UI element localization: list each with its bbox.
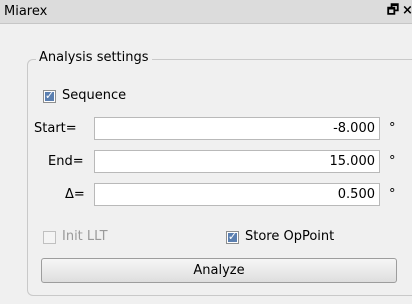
dock-title-bar: Miarex 🗗 × [0,0,412,24]
miarex-panel: Miarex 🗗 × Analysis settings ✓ Sequence … [0,0,412,304]
end-unit: ° [389,154,396,169]
close-icon[interactable]: × [402,3,412,19]
delta-input[interactable]: 0.500 [94,183,380,206]
init-llt-label: Init LLT [62,229,108,244]
store-oppoint-checkbox[interactable]: ✓ [226,230,239,244]
init-llt-checkbox[interactable] [43,231,56,244]
delta-label: Δ= [65,187,85,202]
delta-unit: ° [389,187,396,202]
window-title: Miarex [4,4,48,19]
end-label: End= [48,154,84,169]
start-unit: ° [389,121,396,136]
store-oppoint-label: Store OpPoint [245,229,335,244]
float-window-icon[interactable]: 🗗 [386,3,400,19]
sequence-checkbox[interactable]: ✓ [43,89,56,103]
start-input[interactable]: -8.000 [94,117,380,140]
start-label: Start= [34,121,77,136]
sequence-label: Sequence [62,88,127,103]
end-input[interactable]: 15.000 [94,150,380,173]
analyze-button[interactable]: Analyze [41,258,397,283]
group-title: Analysis settings [36,50,152,66]
